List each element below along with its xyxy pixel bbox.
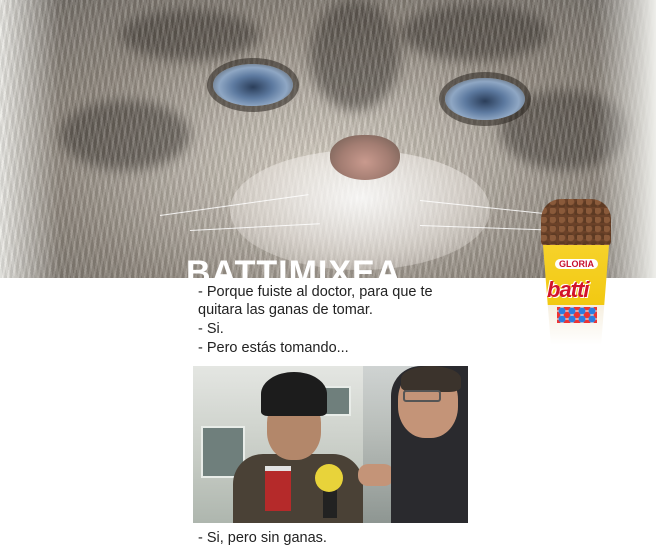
meme-text-line: - Si. <box>198 321 224 337</box>
person-jacket <box>233 454 363 523</box>
reporter-hair <box>401 366 461 392</box>
meme-panel: - Porque fuiste al doctor, para que te q… <box>193 278 468 556</box>
chocolate-cereal-top <box>541 199 611 247</box>
brand-logo: GLORIA <box>555 259 598 269</box>
cat-nose <box>330 135 400 180</box>
meme-caption: - Si, pero sin ganas. <box>198 530 327 546</box>
reporter-glasses <box>403 390 441 402</box>
cat-right-eye <box>445 78 525 120</box>
meme-text-line: quitara las ganas de tomar. <box>198 302 373 318</box>
meme-text-line: - Pero estás tomando... <box>198 340 349 356</box>
microphone-handle <box>323 488 337 518</box>
interview-photo <box>193 366 468 523</box>
beanie-hat <box>261 372 327 416</box>
batti-product-cup: GLORIA batti <box>541 199 611 349</box>
microphone-head <box>315 464 343 492</box>
drink-cup <box>265 466 291 511</box>
candy-dots <box>557 307 597 323</box>
reporter-hand <box>358 464 394 486</box>
product-name: batti <box>547 277 589 302</box>
watermark-text: BATTIMIXEA <box>186 254 402 292</box>
cat-left-eye <box>213 64 293 106</box>
